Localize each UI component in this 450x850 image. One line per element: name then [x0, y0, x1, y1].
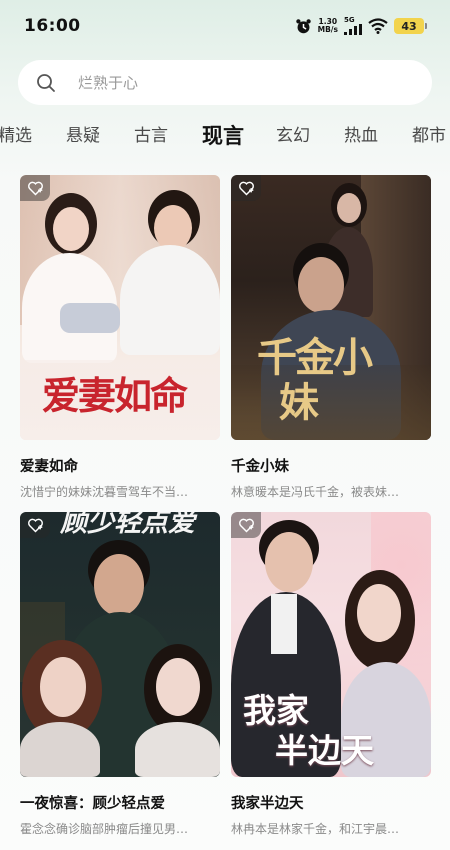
- cell-signal: 5G: [344, 17, 362, 35]
- tab-ancient-romance[interactable]: 古言: [134, 118, 168, 154]
- drama-title[interactable]: 一夜惊喜：顾少轻点爱: [20, 792, 220, 813]
- favorite-button[interactable]: [20, 512, 50, 538]
- status-indicators: 1.30 MB/s 5G 43: [295, 17, 427, 35]
- tab-urban[interactable]: 都市: [412, 118, 446, 154]
- drama-description: 林冉本是林家千金，和江宇晨…: [231, 822, 400, 836]
- alarm-clock-icon: [295, 18, 311, 33]
- search-icon: [37, 73, 55, 92]
- battery-level: 43: [401, 19, 417, 33]
- drama-card[interactable]: 千金小 妹 千金小妹 林意暖本是冯氏千金，被表妹…: [231, 175, 431, 500]
- tab-fantasy[interactable]: 玄幻: [276, 118, 310, 154]
- battery-indicator: 43: [394, 18, 427, 34]
- drama-card[interactable]: 爱妻如命 爱妻如命 沈惜宁的妹妹沈暮雪驾车不当…: [20, 175, 220, 500]
- heart-plus-icon: [238, 518, 254, 532]
- wifi-icon: [368, 18, 388, 34]
- heart-plus-icon: [27, 181, 43, 195]
- drama-description: 沈惜宁的妹妹沈暮雪驾车不当…: [20, 485, 189, 499]
- tab-suspense[interactable]: 悬疑: [66, 118, 100, 154]
- tab-hot-blood[interactable]: 热血: [344, 118, 378, 154]
- drama-card[interactable]: 我家 半边天 我家半边天 林冉本是林家千金，和江宇晨…: [231, 512, 431, 837]
- favorite-button[interactable]: [20, 175, 50, 201]
- network-speed: 1.30 MB/s: [318, 18, 338, 34]
- drama-description: 林意暖本是冯氏千金，被表妹…: [231, 485, 400, 499]
- tab-modern-romance[interactable]: 现言: [202, 118, 244, 154]
- category-tabs: 精选 悬疑 古言 现言 玄幻 热血 都市: [0, 118, 450, 154]
- poster-title: 顾少轻点爱: [60, 512, 195, 538]
- favorite-button[interactable]: [231, 175, 261, 201]
- drama-poster[interactable]: 顾少轻点爱: [20, 512, 220, 777]
- drama-description: 霍念念确诊脑部肿瘤后撞见男…: [20, 822, 189, 836]
- cell-signal-icon: [344, 24, 362, 35]
- status-bar: 16:00 1.30 MB/s 5G 43: [0, 0, 450, 52]
- poster-title: 爱妻如命: [42, 373, 188, 418]
- drama-poster[interactable]: 我家 半边天: [231, 512, 431, 777]
- heart-plus-icon: [238, 181, 254, 195]
- poster-title-line2: 半边天: [275, 731, 374, 770]
- drama-poster[interactable]: 爱妻如命: [20, 175, 220, 440]
- favorite-button[interactable]: [231, 512, 261, 538]
- network-speed-unit: MB/s: [317, 25, 338, 34]
- drama-title[interactable]: 爱妻如命: [20, 455, 220, 476]
- drama-title[interactable]: 我家半边天: [231, 792, 431, 813]
- drama-card[interactable]: 顾少轻点爱 一夜惊喜：顾少轻点爱 霍念念确诊脑部肿瘤后撞见男…: [20, 512, 220, 837]
- drama-poster[interactable]: 千金小 妹: [231, 175, 431, 440]
- signal-label: 5G: [344, 16, 355, 24]
- search-placeholder: 烂熟于心: [78, 74, 139, 92]
- tab-featured[interactable]: 精选: [0, 118, 32, 154]
- poster-title-line2: 妹: [279, 379, 319, 426]
- heart-plus-icon: [27, 518, 43, 532]
- drama-title[interactable]: 千金小妹: [231, 455, 431, 476]
- status-time: 16:00: [24, 16, 81, 36]
- search-bar[interactable]: 烂熟于心: [18, 60, 432, 105]
